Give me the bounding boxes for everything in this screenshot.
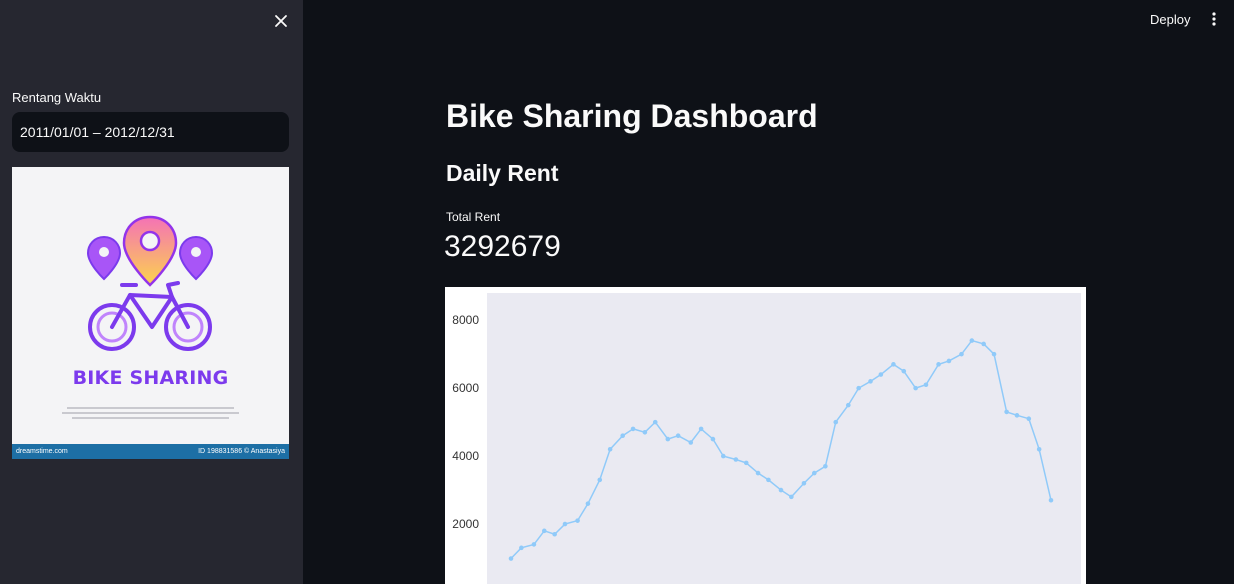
data-point [607, 446, 613, 452]
data-point [801, 480, 807, 486]
y-tick-label: 2000 [452, 517, 479, 531]
data-point [585, 501, 591, 506]
logo-footer: dreamstime.com ID 198831586 © Anastasiya [12, 444, 289, 459]
metric-value: 3292679 [444, 230, 561, 263]
data-point [665, 436, 671, 442]
bike-sharing-logo: BIKE SHARING dreamstime.com ID 198831586… [12, 167, 289, 459]
data-point [969, 338, 975, 343]
data-point [575, 518, 580, 523]
data-point [789, 494, 794, 500]
data-point [936, 362, 941, 367]
data-point [846, 402, 851, 408]
data-point [630, 426, 636, 432]
data-point [946, 358, 952, 364]
section-title: Daily Rent [446, 160, 559, 186]
deploy-button[interactable]: Deploy [1142, 8, 1198, 30]
data-point [959, 351, 964, 357]
data-point [552, 531, 557, 537]
logo-footer-left: dreamstime.com [16, 448, 68, 455]
data-point [1004, 409, 1009, 415]
data-point [878, 372, 884, 377]
data-point [991, 351, 997, 357]
chart-svg: 02000400060008000 [452, 293, 1081, 584]
date-range-label: Rentang Waktu [12, 90, 102, 105]
data-point [1036, 446, 1042, 452]
metric-label: Total Rent [446, 210, 501, 224]
location-pin-icon [86, 235, 122, 281]
y-tick-label: 6000 [452, 381, 479, 395]
data-point [688, 440, 694, 445]
daily-rent-chart: 02000400060008000 [445, 287, 1086, 584]
data-point [981, 341, 986, 347]
date-range-input[interactable]: 2011/01/01 – 2012/12/31 [12, 112, 289, 152]
logo-fine-print [62, 407, 239, 419]
data-point [923, 382, 929, 388]
data-point [811, 470, 817, 476]
close-sidebar-icon[interactable] [270, 10, 292, 32]
data-point [901, 368, 907, 374]
logo-footer-right: ID 198831586 © Anastasiya [198, 448, 285, 455]
logo-title: BIKE SHARING [72, 367, 229, 389]
data-point [743, 460, 749, 466]
data-point [698, 426, 704, 432]
data-point [531, 542, 537, 547]
data-point [710, 436, 716, 442]
data-point [891, 362, 896, 367]
data-point [541, 528, 547, 534]
y-tick-label: 8000 [452, 313, 479, 327]
data-point [1048, 497, 1054, 503]
data-point [1026, 416, 1032, 422]
data-point [856, 385, 861, 391]
data-point [562, 521, 568, 527]
data-point [833, 419, 839, 425]
plot-area [487, 293, 1081, 584]
data-point [766, 477, 771, 483]
data-point [519, 545, 524, 551]
data-point [620, 433, 625, 439]
data-point [733, 457, 739, 462]
data-point [913, 385, 918, 391]
data-point [675, 433, 681, 439]
data-point [652, 419, 658, 425]
location-pin-icon [122, 215, 178, 287]
more-menu-icon[interactable] [1205, 8, 1223, 30]
data-point [597, 477, 603, 483]
data-point [1014, 413, 1020, 418]
location-pin-icon [178, 235, 214, 281]
data-point [778, 487, 784, 493]
y-tick-label: 4000 [452, 449, 479, 463]
data-point [642, 430, 648, 435]
data-point [721, 453, 726, 459]
data-point [823, 463, 828, 469]
sidebar: Rentang Waktu 2011/01/01 – 2012/12/31 BI… [0, 0, 303, 584]
bicycle-icon [88, 281, 212, 351]
data-point [508, 556, 514, 561]
data-point [868, 379, 873, 384]
data-point [755, 470, 761, 476]
page-title: Bike Sharing Dashboard [446, 98, 818, 134]
